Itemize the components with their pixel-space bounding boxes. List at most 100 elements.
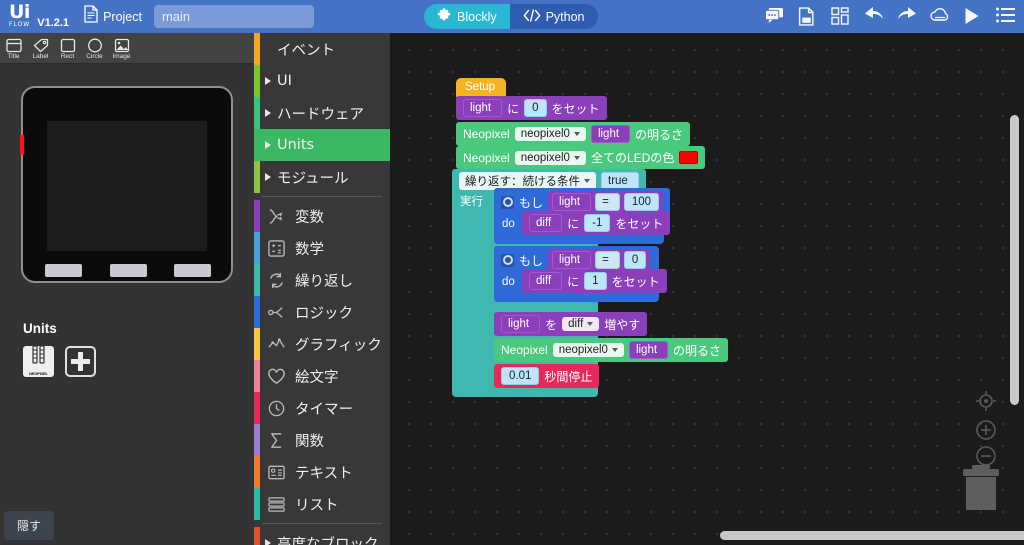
npc-name: Neopixel — [463, 150, 510, 165]
np2-var[interactable]: light — [628, 341, 669, 359]
block-increment-light[interactable]: light を diff 増やす — [494, 312, 648, 336]
category-item-0[interactable]: イベント — [254, 33, 390, 65]
category-item-13[interactable]: テキスト — [254, 456, 390, 488]
widget-image[interactable]: Image — [108, 33, 135, 63]
widget-rect[interactable]: Rect — [54, 33, 81, 63]
tab-blockly[interactable]: Blockly — [424, 4, 510, 29]
add-unit-button[interactable] — [65, 346, 96, 377]
block-set-light[interactable]: light に 0 をセット — [456, 96, 607, 120]
np1-var[interactable]: light — [590, 125, 631, 143]
widget-label-label: Label — [32, 52, 49, 60]
increment-wo: を — [545, 317, 558, 332]
chat-icon[interactable] — [765, 7, 784, 26]
set-light-value[interactable]: 0 — [524, 99, 547, 117]
layout-icon[interactable] — [831, 7, 850, 26]
block-wait[interactable]: 0.01 秒間停止 — [494, 364, 600, 388]
device-screen[interactable] — [47, 121, 207, 251]
category-label: イベント — [277, 42, 335, 59]
center-icon[interactable] — [975, 390, 997, 412]
if-2-set-value[interactable]: 1 — [584, 272, 607, 290]
if-2-op[interactable]: = — [595, 251, 620, 269]
increment-by[interactable]: diff — [562, 317, 600, 331]
category-item-14[interactable]: リスト — [254, 488, 390, 520]
function-icon — [267, 431, 286, 450]
category-item-2[interactable]: ハードウェア — [254, 97, 390, 129]
set-light-var[interactable]: light — [463, 99, 503, 117]
if-2-gear-icon[interactable] — [501, 253, 514, 267]
if-2-label: もし — [519, 253, 544, 268]
category-item-4[interactable]: モジュール — [254, 161, 390, 193]
if-2-left[interactable]: light — [552, 251, 592, 269]
block-if-2-set-diff[interactable]: diff に 1 をセット — [522, 269, 667, 293]
category-color-stripe — [254, 129, 260, 161]
category-label: Units — [277, 137, 315, 153]
unit-neopixel[interactable]: NEOPIXEL — [23, 345, 54, 377]
device-button-c[interactable] — [174, 264, 211, 277]
npc-device[interactable]: neopixel0 — [514, 150, 586, 165]
category-label: グラフィック — [295, 337, 382, 354]
hide-button[interactable]: 隠す — [4, 511, 55, 540]
if-1-set-value[interactable]: -1 — [584, 214, 611, 232]
category-item-6[interactable]: 数学 — [254, 232, 390, 264]
vertical-scrollbar[interactable] — [1010, 115, 1019, 405]
wait-value[interactable]: 0.01 — [501, 367, 540, 385]
if-2-set-var[interactable]: diff — [529, 272, 563, 290]
if-1-left[interactable]: light — [552, 193, 592, 211]
file-icon[interactable] — [798, 7, 817, 26]
block-setup[interactable]: Setup — [456, 78, 507, 97]
category-item-10[interactable]: 絵文字 — [254, 360, 390, 392]
top-bar: Ui FLOW V1.2.1 Project Blockly — [0, 0, 1024, 33]
category-item-11[interactable]: タイマー — [254, 392, 390, 424]
horizontal-scrollbar[interactable] — [720, 531, 1024, 540]
category-color-stripe — [254, 264, 260, 296]
blockly-workspace[interactable]: Setup light に 0 をセット Neopixel neopixel0 — [390, 33, 1024, 545]
if-1-op[interactable]: = — [595, 193, 620, 211]
title-icon — [5, 38, 22, 53]
if-1-set-var[interactable]: diff — [529, 214, 563, 232]
category-item-7[interactable]: 繰り返し — [254, 264, 390, 296]
cloud-icon[interactable] — [930, 7, 949, 26]
redo-icon[interactable] — [897, 7, 916, 26]
block-neopixel-brightness-1[interactable]: Neopixel neopixel0 light の明るさ — [456, 122, 691, 146]
category-item-3[interactable]: Units — [254, 129, 390, 161]
np1-suffix: の明るさ — [635, 127, 684, 142]
widget-label[interactable]: Label — [27, 33, 54, 63]
np2-device[interactable]: neopixel0 — [552, 343, 624, 357]
block-neopixel-color[interactable]: Neopixel neopixel0 全てのLEDの色 — [456, 146, 706, 169]
trash-icon[interactable] — [960, 464, 1002, 517]
tab-python[interactable]: Python — [509, 4, 598, 29]
if-1-right[interactable]: 100 — [623, 193, 660, 211]
undo-icon[interactable] — [864, 7, 883, 26]
menu-icon[interactable] — [996, 7, 1015, 26]
category-item-1[interactable]: UI — [254, 65, 390, 97]
category-item-9[interactable]: グラフィック — [254, 328, 390, 360]
device-buttons — [45, 264, 211, 277]
category-label: 繰り返し — [295, 273, 353, 290]
device-button-a[interactable] — [45, 264, 82, 277]
run-icon[interactable] — [963, 7, 982, 26]
widget-title[interactable]: Title — [0, 33, 27, 63]
unit-neopixel-label: NEOPIXEL — [29, 371, 48, 376]
block-if-1-set-diff[interactable]: diff に -1 をセット — [522, 211, 671, 235]
increment-var[interactable]: light — [501, 315, 541, 333]
category-item-12[interactable]: 関数 — [254, 424, 390, 456]
np2-suffix: の明るさ — [673, 343, 722, 358]
widget-circle[interactable]: Circle — [81, 33, 108, 63]
if-2-right[interactable]: 0 — [623, 251, 647, 269]
np1-device[interactable]: neopixel0 — [514, 127, 586, 141]
increment-verb: 増やす — [604, 317, 641, 332]
if-1-gear-icon[interactable] — [501, 195, 514, 209]
block-neopixel-brightness-2[interactable]: Neopixel neopixel0 light の明るさ — [494, 338, 729, 362]
device-button-b[interactable] — [109, 264, 147, 277]
math-icon — [267, 239, 286, 258]
npc-color-swatch[interactable] — [679, 151, 699, 164]
zoom-in-icon[interactable] — [975, 419, 997, 441]
project-name-input[interactable] — [153, 5, 314, 28]
category-label: テキスト — [295, 465, 353, 482]
category-color-stripe — [254, 161, 260, 193]
category-label: タイマー — [295, 401, 353, 418]
category-item-15[interactable]: 高度なブロック — [254, 527, 390, 545]
category-item-5[interactable]: 変数 — [254, 200, 390, 232]
category-item-8[interactable]: ロジック — [254, 296, 390, 328]
set-light-set-word: をセット — [551, 101, 600, 116]
